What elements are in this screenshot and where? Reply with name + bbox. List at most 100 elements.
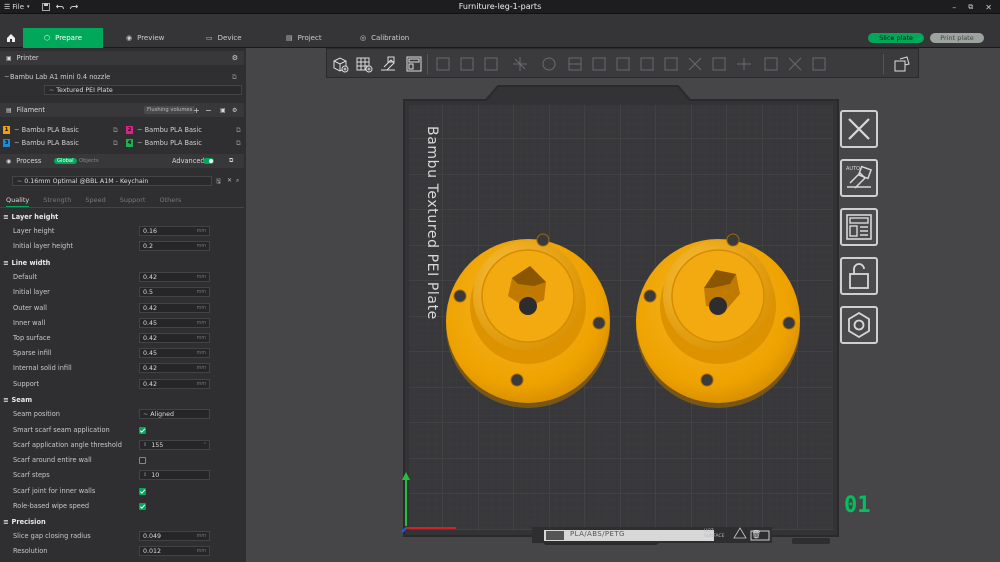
slice-plate-button[interactable]: Slice plate <box>868 33 924 43</box>
resolution-input[interactable]: 0.012 mm <box>139 546 210 556</box>
arrange-plate-button[interactable] <box>840 208 878 246</box>
printer-section-header: ▣ Printer ⚙ <box>0 51 246 65</box>
tab-support[interactable]: Support <box>120 196 146 207</box>
option-resolution: Resolution 0.012 mm <box>0 545 246 557</box>
scarf-steps-input[interactable]: ⇕ 10 <box>139 470 210 480</box>
edit-filament-4-icon[interactable]: ⧉ <box>236 139 241 148</box>
printer-settings-icon[interactable]: ⚙ <box>232 54 238 62</box>
compare-icon[interactable]: ⧉ <box>229 157 233 165</box>
tab-project[interactable]: ▤ Project <box>286 28 322 48</box>
option-outer-wall-width: Outer wall 0.42 mm <box>0 302 246 314</box>
tab-calibration-label: Calibration <box>371 34 410 42</box>
edit-filament-3-icon[interactable]: ⧉ <box>113 139 118 148</box>
print-plate-button[interactable]: Print plate <box>930 33 984 43</box>
switch-knob <box>209 159 213 163</box>
smart-scarf-checkbox[interactable] <box>139 426 146 434</box>
file-menu[interactable]: ☰ File ▾ <box>4 3 30 11</box>
edit-filament-1-icon[interactable]: ⧉ <box>113 126 118 135</box>
edit-printer-icon[interactable]: ⧉ <box>232 73 237 82</box>
trash-icon[interactable]: 🗑 <box>751 530 761 539</box>
option-label: Inner wall <box>13 319 46 327</box>
process-section-header: ◉ Process Global Objects Advanced ⧉ <box>0 154 246 168</box>
lock-plate-button[interactable] <box>840 257 878 295</box>
default-width-input[interactable]: 0.42 mm <box>139 272 210 282</box>
device-icon: ▭ <box>206 34 213 42</box>
flushing-volumes-button[interactable]: Flushing volumes <box>144 106 196 114</box>
3d-viewport[interactable]: Bambu Textured PEI Plate PLA/ABS/PETG HO… <box>246 48 1000 562</box>
option-scarf-inner-walls: Scarf joint for inner walls <box>0 485 246 497</box>
precision-icon: ≡ <box>3 517 9 526</box>
seam-position-dropdown[interactable]: ~ Aligned <box>139 409 210 419</box>
objects-toggle[interactable]: Objects <box>79 158 99 164</box>
option-label: Scarf steps <box>13 471 50 479</box>
filament-slot-1[interactable]: ~ Bambu PLA Basic <box>14 126 79 134</box>
internal-solid-infill-width-input[interactable]: 0.42 mm <box>139 363 210 373</box>
add-filament-icon[interactable]: + <box>193 106 200 115</box>
group-seam-label: Seam <box>11 395 33 404</box>
tab-device[interactable]: ▭ Device <box>206 28 242 48</box>
global-toggle-label: Global <box>57 158 74 164</box>
outer-wall-width-input[interactable]: 0.42 mm <box>139 303 210 313</box>
search-icon[interactable]: ⌕ <box>236 177 239 185</box>
printer-selector[interactable]: ~ Bambu Lab A1 mini 0.4 nozzle ⧉ <box>0 71 246 83</box>
option-label: Support <box>13 380 40 388</box>
value: 10 <box>151 471 160 479</box>
edit-filament-2-icon[interactable]: ⧉ <box>236 126 241 135</box>
tab-others[interactable]: Others <box>159 196 181 207</box>
tab-quality[interactable]: Quality <box>6 196 30 207</box>
scarf-angle-input[interactable]: ⇕ 155 ° <box>139 440 210 450</box>
group-line-width: ≡ Line width <box>0 257 246 268</box>
filament-slot-4[interactable]: ~ Bambu PLA Basic <box>137 139 202 147</box>
process-preset-dropdown[interactable]: ~ 0.16mm Optimal @BBL A1M - Keychain <box>12 176 212 186</box>
remove-filament-icon[interactable]: − <box>205 106 212 115</box>
tab-prepare[interactable]: ⬡ Prepare <box>23 28 103 48</box>
scarf-entire-wall-checkbox[interactable] <box>139 456 146 464</box>
filament-slot-2[interactable]: ~ Bambu PLA Basic <box>137 126 202 134</box>
plate-type-dropdown[interactable]: ~ Textured PEI Plate <box>44 85 242 95</box>
maximize-icon[interactable]: ⧉ <box>968 3 973 12</box>
layer-height-input[interactable]: 0.16 mm <box>139 226 210 236</box>
title-bar: ☰ File ▾ Furniture-leg-1-parts – ⧉ ✕ <box>0 0 1000 14</box>
slice-gap-input[interactable]: 0.049 mm <box>139 531 210 541</box>
tab-project-label: Project <box>297 34 322 42</box>
support-width-input[interactable]: 0.42 mm <box>139 379 210 389</box>
scarf-inner-walls-checkbox[interactable] <box>139 487 146 495</box>
delete-plate-button[interactable] <box>840 110 878 148</box>
arrange-icon <box>846 214 872 240</box>
redo-icon[interactable] <box>69 3 78 11</box>
sparse-infill-width-input[interactable]: 0.45 mm <box>139 348 210 358</box>
initial-layer-height-input[interactable]: 0.2 mm <box>139 241 210 251</box>
tab-strength[interactable]: Strength <box>43 196 71 207</box>
sync-filament-icon[interactable]: ▣ <box>220 107 226 114</box>
close-icon[interactable]: ✕ <box>985 3 992 12</box>
role-based-wipe-checkbox[interactable] <box>139 502 146 510</box>
global-toggle[interactable]: Global <box>54 158 77 164</box>
slice-plate-label: Slice plate <box>879 34 913 42</box>
tab-preview[interactable]: ◉ Preview <box>126 28 164 48</box>
plate-settings-button[interactable] <box>840 306 878 344</box>
advanced-switch[interactable] <box>203 158 214 164</box>
initial-layer-width-input[interactable]: 0.5 mm <box>139 287 210 297</box>
auto-orient-plate-button[interactable]: AUTO <box>840 159 878 197</box>
save-icon[interactable] <box>41 2 50 11</box>
option-scarf-angle: Scarf application angle threshold ⇕ 155 ° <box>0 439 246 451</box>
project-icon: ▤ <box>286 34 293 42</box>
tab-calibration[interactable]: ◎ Calibration <box>360 28 409 48</box>
unit: mm <box>196 381 206 387</box>
filament-slot-3[interactable]: ~ Bambu PLA Basic <box>14 139 79 147</box>
minimize-icon[interactable]: – <box>952 3 956 12</box>
undo-icon[interactable] <box>55 3 64 11</box>
main-tab-bar: ⬡ Prepare ◉ Preview ▭ Device ▤ Project ◎… <box>0 14 1000 48</box>
tab-speed[interactable]: Speed <box>85 196 105 207</box>
tab-prepare-label: Prepare <box>55 34 83 42</box>
auto-orient-icon: AUTO <box>846 165 873 189</box>
delete-preset-icon[interactable]: ✕ <box>227 177 232 184</box>
inner-wall-width-input[interactable]: 0.45 mm <box>139 318 210 328</box>
option-sparse-infill-width: Sparse infill 0.45 mm <box>0 347 246 359</box>
top-surface-width-input[interactable]: 0.42 mm <box>139 333 210 343</box>
option-initial-layer-width: Initial layer 0.5 mm <box>0 286 246 298</box>
home-button[interactable] <box>0 14 22 48</box>
save-preset-icon[interactable]: 🖫 <box>216 177 221 187</box>
filament-settings-icon[interactable]: ⚙ <box>232 107 237 114</box>
process-icon: ◉ <box>6 157 12 165</box>
